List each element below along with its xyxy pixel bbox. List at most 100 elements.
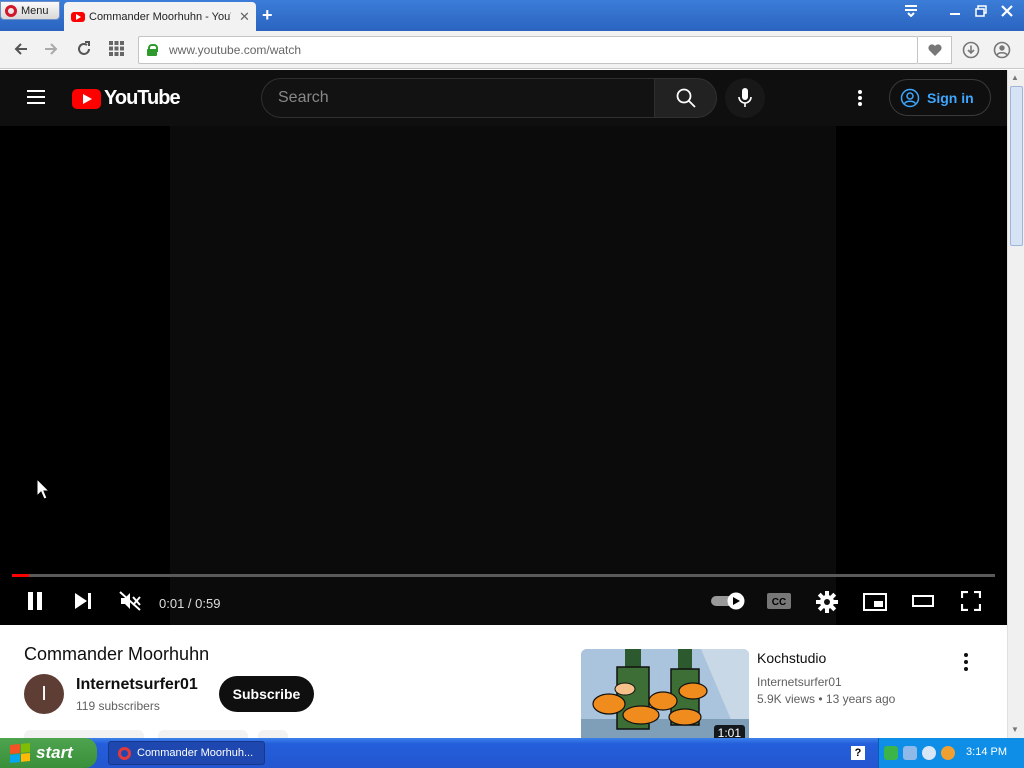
start-button[interactable]: start xyxy=(0,738,97,768)
search-icon xyxy=(676,88,696,108)
reload-icon[interactable] xyxy=(76,41,92,57)
action-button-placeholder xyxy=(24,730,144,738)
opera-menu-label: Menu xyxy=(21,4,49,17)
settings-tray-icon[interactable] xyxy=(903,746,917,760)
search-input[interactable] xyxy=(278,89,638,107)
fullscreen-button[interactable] xyxy=(961,591,981,611)
browser-navigation-bar: www.youtube.com/watch xyxy=(0,31,1024,69)
downloads-icon[interactable] xyxy=(962,41,980,59)
miniplayer-button[interactable] xyxy=(863,593,887,611)
sign-in-label: Sign in xyxy=(927,89,974,106)
search-tray-icon[interactable] xyxy=(922,746,936,760)
action-button-placeholder xyxy=(158,730,248,738)
time-display: 0:01 / 0:59 xyxy=(159,596,221,611)
youtube-logo[interactable]: YouTube xyxy=(72,87,181,110)
closed-captions-icon: CC xyxy=(767,593,791,609)
taskbar: start Commander Moorhuh... ? 3:14 PM xyxy=(0,738,1024,768)
pause-button[interactable] xyxy=(26,591,44,611)
sign-in-button[interactable]: Sign in xyxy=(889,79,991,116)
voice-search-button[interactable] xyxy=(725,78,765,118)
skip-next-icon xyxy=(75,593,91,609)
opera-taskbar-icon xyxy=(118,746,131,760)
scroll-up-arrow-icon[interactable]: ▲ xyxy=(1011,73,1019,82)
account-circle-icon xyxy=(900,88,920,107)
next-button[interactable] xyxy=(73,591,93,611)
address-bar-url: www.youtube.com/watch xyxy=(169,43,302,57)
magnifier-tray-icon[interactable] xyxy=(941,746,955,760)
account-icon[interactable] xyxy=(993,41,1011,59)
opera-menu-button[interactable]: Menu xyxy=(0,1,60,20)
volume-muted-icon xyxy=(119,591,141,611)
recommended-age: 13 years ago xyxy=(825,692,896,706)
youtube-play-logo-icon xyxy=(72,88,101,109)
search-box xyxy=(261,78,655,118)
close-window-icon[interactable] xyxy=(996,2,1018,20)
pause-icon xyxy=(28,592,42,610)
system-clock: 3:14 PM xyxy=(966,746,1007,758)
action-button-placeholder xyxy=(258,730,288,738)
autoplay-toggle[interactable] xyxy=(711,592,745,610)
recommended-views: 5.9K views xyxy=(757,692,816,706)
scrollbar-thumb[interactable] xyxy=(1010,86,1023,246)
recommended-more-icon[interactable] xyxy=(964,653,968,671)
mouse-cursor-icon xyxy=(36,478,50,500)
subscriber-count: 119 subscribers xyxy=(76,699,160,713)
tab-menu-icon[interactable] xyxy=(900,2,922,20)
youtube-page: YouTube Sign in xyxy=(0,70,1007,738)
channel-name[interactable]: Internetsurfer01 xyxy=(76,676,198,694)
miniplayer-icon xyxy=(863,593,887,611)
theater-mode-button[interactable] xyxy=(912,595,934,607)
vertical-scrollbar[interactable]: ▲ ▼ xyxy=(1007,70,1024,738)
start-label: start xyxy=(36,743,73,762)
taskbar-window-button[interactable]: Commander Moorhuh... xyxy=(108,741,265,765)
settings-button[interactable] xyxy=(816,591,838,613)
new-tab-plus-icon[interactable]: + xyxy=(262,5,273,26)
bookmark-heart-icon[interactable] xyxy=(918,36,952,64)
progress-bar-played xyxy=(12,574,29,577)
theater-mode-icon xyxy=(912,595,934,607)
channel-avatar[interactable]: I xyxy=(24,674,64,714)
video-frame[interactable] xyxy=(170,126,836,625)
secure-lock-icon xyxy=(147,44,158,56)
tab-title: Commander Moorhuhn - YouTube xyxy=(89,10,231,23)
speed-dial-grid-icon[interactable] xyxy=(109,41,124,56)
minimize-window-icon[interactable] xyxy=(944,2,966,20)
taskbar-window-label: Commander Moorhuh... xyxy=(137,747,254,759)
search-button[interactable] xyxy=(654,78,717,118)
recommended-thumbnail[interactable]: 1:01 xyxy=(581,649,749,738)
svg-text:CC: CC xyxy=(772,597,786,608)
windows-logo-icon xyxy=(10,742,30,764)
youtube-logo-text: YouTube xyxy=(104,87,181,109)
fullscreen-icon xyxy=(961,591,981,611)
settings-more-icon[interactable] xyxy=(850,86,870,110)
subscribe-button[interactable]: Subscribe xyxy=(219,676,314,712)
browser-tab-active[interactable]: Commander Moorhuhn - YouTube ✕ xyxy=(64,2,256,31)
video-player[interactable]: 0:01 / 0:59 CC xyxy=(0,126,1007,625)
progress-bar[interactable] xyxy=(12,574,995,577)
recommended-meta: 5.9K views • 13 years ago xyxy=(757,692,895,706)
autoplay-toggle-icon xyxy=(711,592,745,610)
guide-menu-icon[interactable] xyxy=(27,90,45,104)
help-icon[interactable]: ? xyxy=(851,746,865,760)
forward-arrow-icon[interactable] xyxy=(43,41,59,57)
meta-separator: • xyxy=(818,692,826,706)
video-duration-badge: 1:01 xyxy=(713,725,745,738)
scroll-down-arrow-icon[interactable]: ▼ xyxy=(1011,725,1019,734)
back-arrow-icon[interactable] xyxy=(13,41,29,57)
youtube-favicon-icon xyxy=(71,11,85,22)
gear-icon xyxy=(816,591,838,613)
youtube-masthead: YouTube Sign in xyxy=(0,70,1007,126)
network-tray-icon[interactable] xyxy=(884,746,898,760)
video-title: Commander Moorhuhn xyxy=(24,644,210,664)
recommended-channel[interactable]: Internetsurfer01 xyxy=(757,675,842,689)
player-controls: 0:01 / 0:59 CC xyxy=(0,581,1007,625)
opera-logo-icon xyxy=(5,4,17,17)
recommended-title[interactable]: Kochstudio xyxy=(757,650,826,666)
subtitles-button[interactable]: CC xyxy=(767,593,791,609)
browser-title-bar: Menu Commander Moorhuhn - YouTube ✕ + xyxy=(0,0,1024,31)
tab-close-icon[interactable]: ✕ xyxy=(239,9,250,25)
address-bar[interactable]: www.youtube.com/watch xyxy=(138,36,918,64)
microphone-icon xyxy=(738,88,752,107)
restore-window-icon[interactable] xyxy=(970,2,992,20)
mute-button[interactable] xyxy=(119,591,141,611)
